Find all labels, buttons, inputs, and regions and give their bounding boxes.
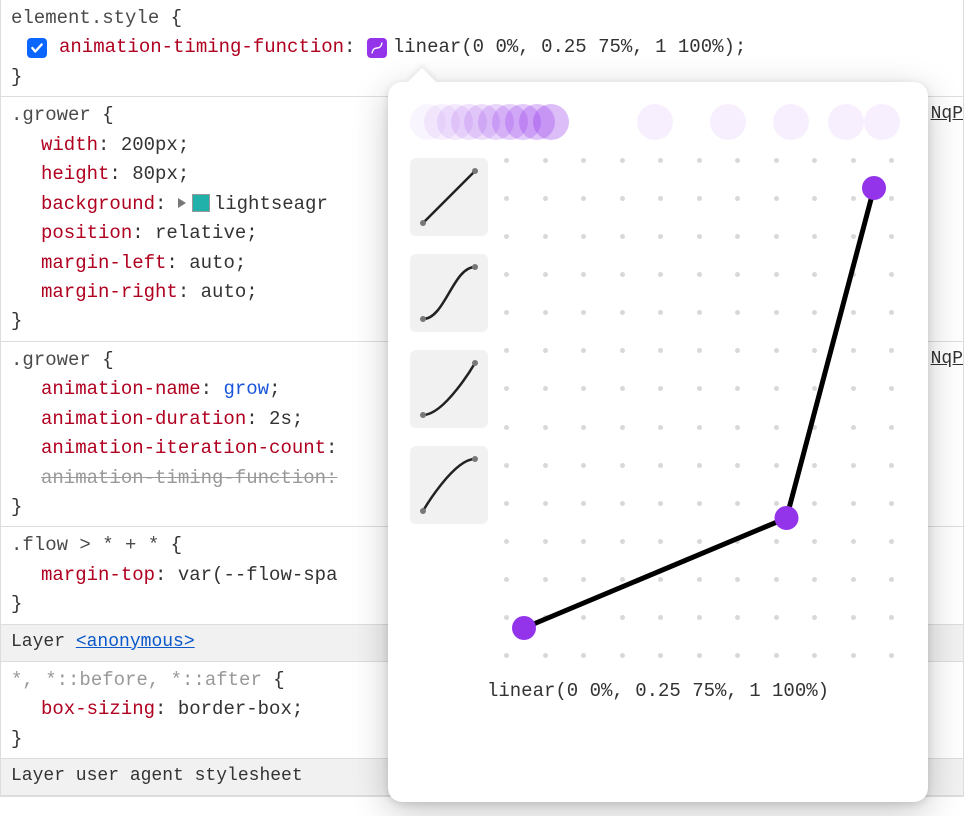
preset-list [410,158,492,658]
selector: element.style [11,7,159,29]
layer-label: Layer [11,632,65,652]
preset-linear[interactable] [410,158,488,236]
easing-editor-popover: linear(0 0%, 0.25 75%, 1 100%) [388,82,928,802]
property-enabled-checkbox[interactable] [27,38,47,58]
expand-triangle-icon[interactable] [178,198,186,208]
preview-ball [533,104,569,140]
selector: .grower [11,349,91,371]
source-link[interactable]: NqP [931,346,963,374]
preset-ease-out[interactable] [410,446,488,524]
preset-ease-in[interactable] [410,350,488,428]
preview-ball [828,104,864,140]
preview-ball [864,104,900,140]
curve-svg[interactable] [504,158,894,658]
preview-ball [710,104,746,140]
layer-label: Layer user agent stylesheet [11,766,303,786]
selector: .flow > * + * [11,534,159,556]
easing-swatch-icon[interactable] [367,38,387,58]
brace-open: { [171,7,182,29]
layer-link[interactable]: <anonymous> [76,632,195,652]
property-value[interactable]: linear(0 0%, 0.25 75%, 1 100%) [393,36,735,58]
source-link[interactable]: NqP [931,101,963,129]
curve-handle[interactable] [512,616,536,640]
preview-ball [773,104,809,140]
preview-ball [637,104,673,140]
curve-handle[interactable] [862,176,886,200]
curve-handle[interactable] [775,506,799,530]
preset-ease-in-out[interactable] [410,254,488,332]
selector: *, *::before, *::after [11,669,262,691]
property-row[interactable]: animation-timing-function: linear(0 0%, … [11,33,953,62]
color-swatch-icon[interactable] [192,194,210,212]
curve-editor[interactable] [504,158,906,658]
selector: .grower [11,104,91,126]
animation-preview [410,102,906,142]
easing-curve[interactable] [524,188,874,628]
property-name[interactable]: animation-timing-function [59,36,344,58]
brace-close: } [11,66,22,88]
easing-value-display: linear(0 0%, 0.25 75%, 1 100%) [410,680,906,702]
